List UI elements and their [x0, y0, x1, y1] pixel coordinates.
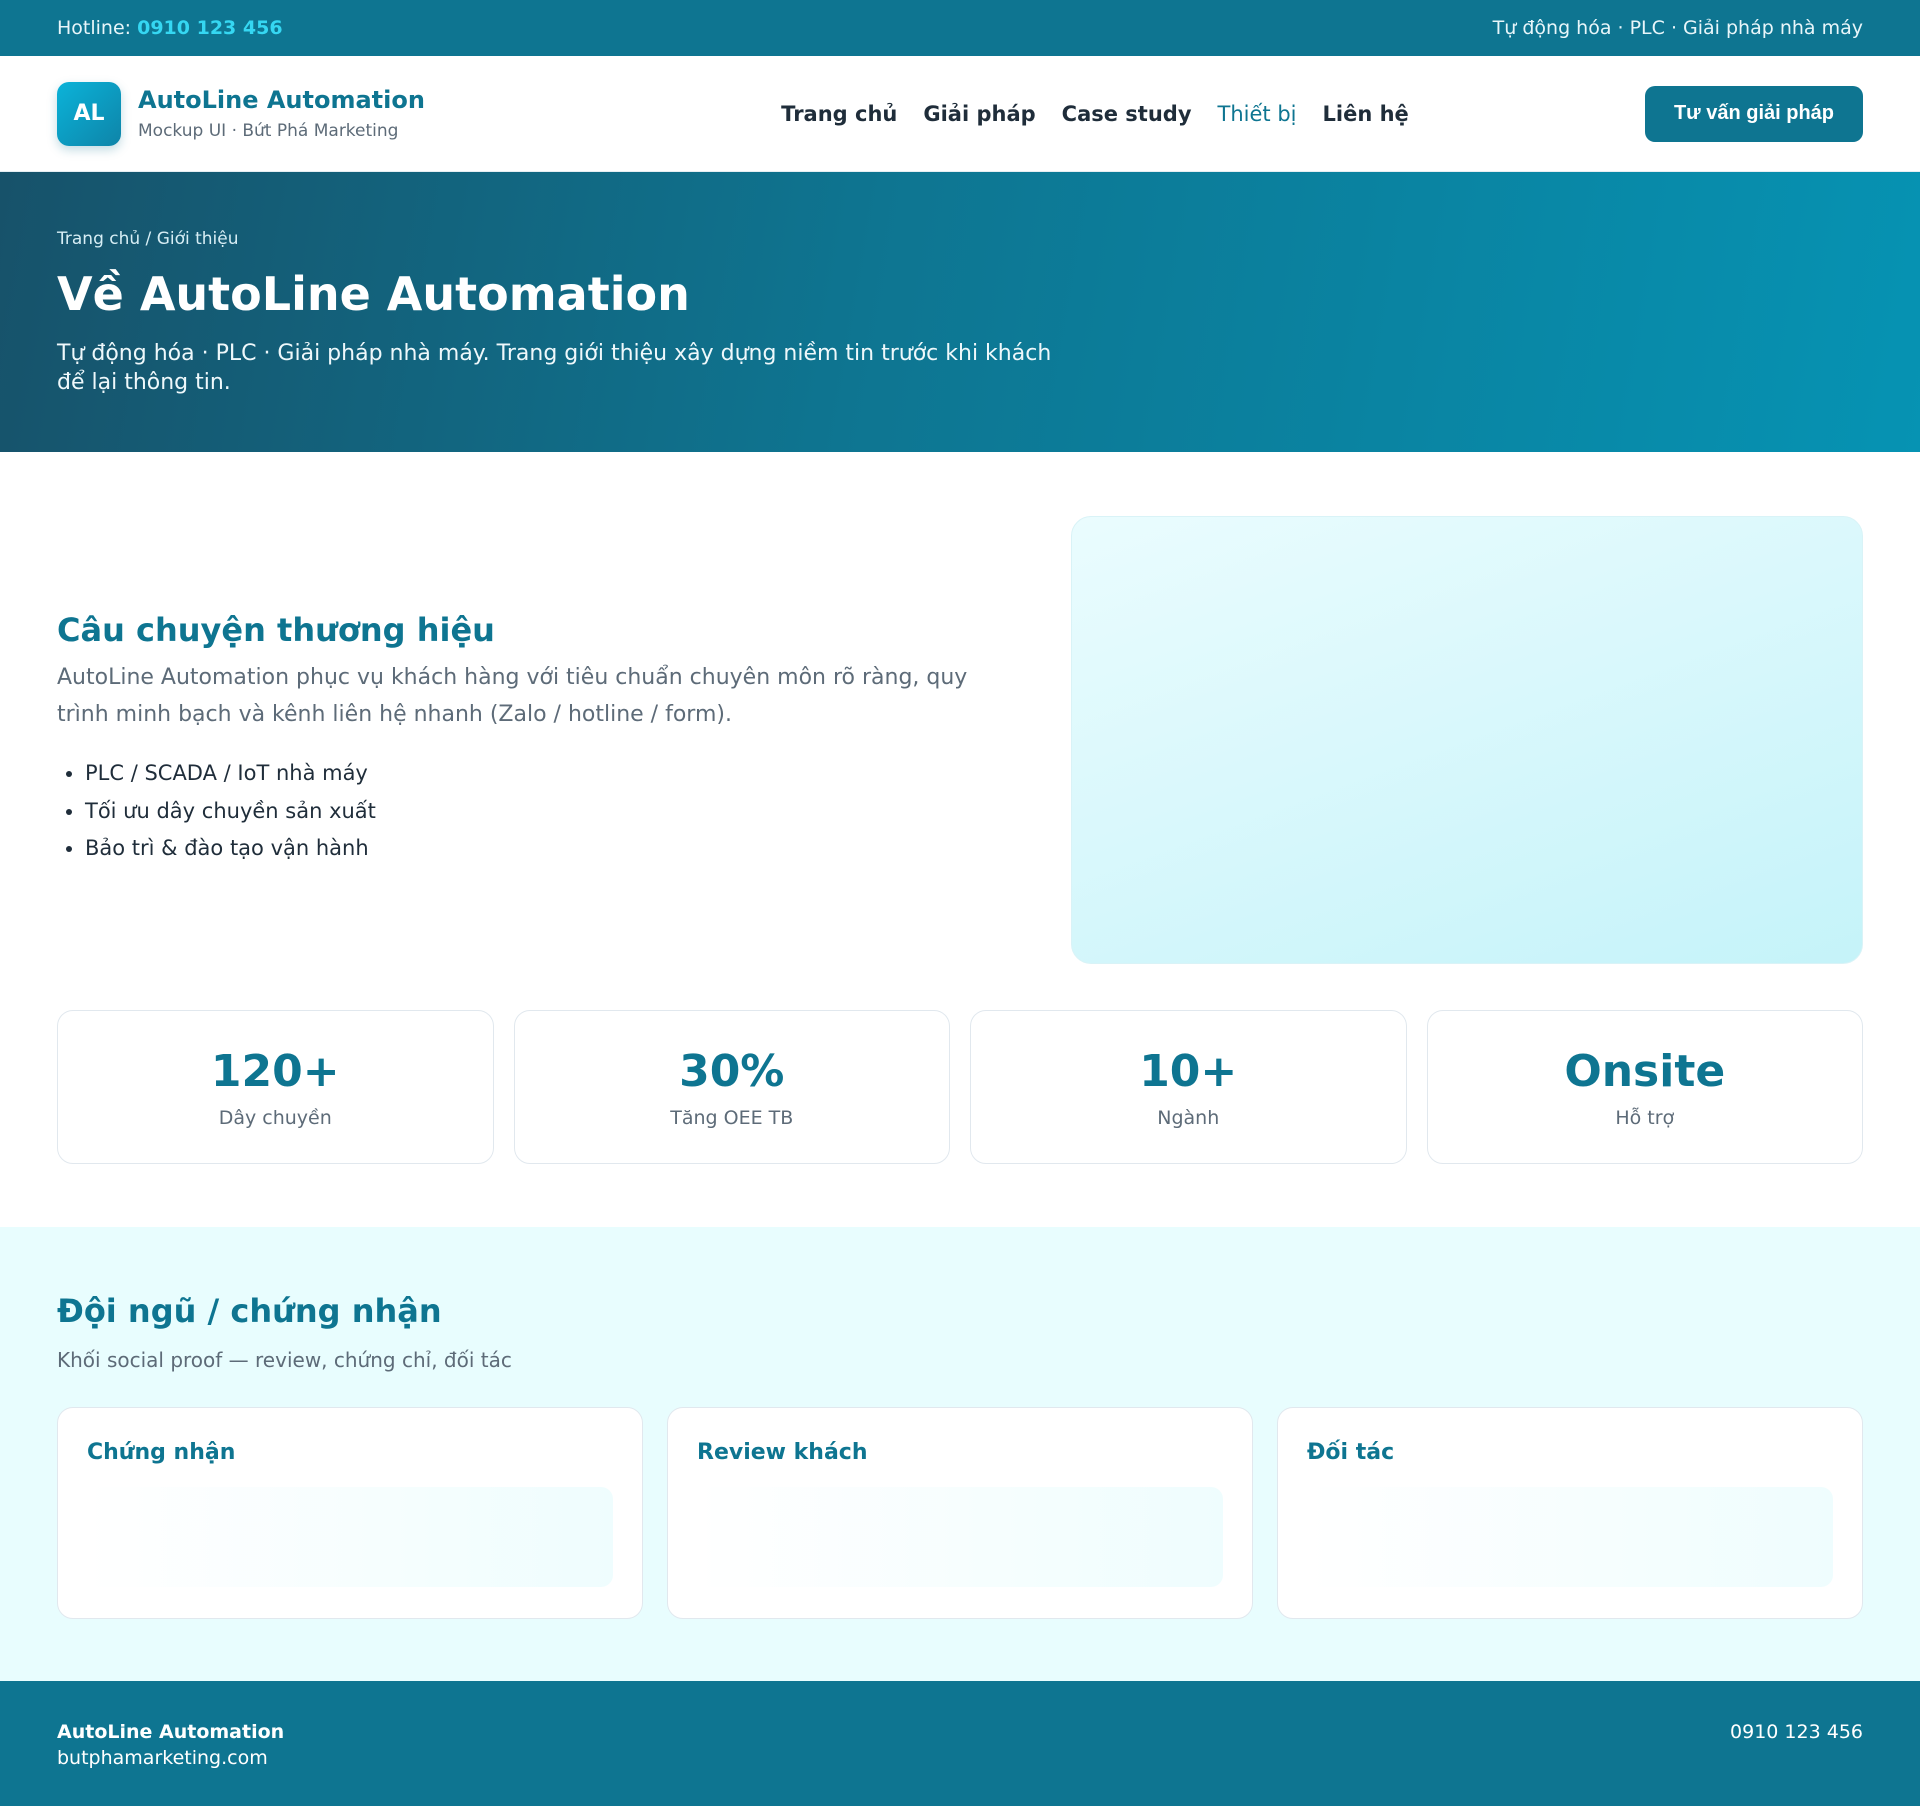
stat-card: 30% Tăng OEE TB — [513, 1010, 950, 1164]
brand[interactable]: AL AutoLine Automation Mockup UI · Bứt P… — [57, 81, 425, 146]
top-bar: Hotline: 0910 123 456 Tự động hóa · PLC … — [0, 0, 1920, 56]
story-image-placeholder — [1071, 516, 1863, 964]
brand-subtitle: Mockup UI · Bứt Phá Marketing — [138, 121, 399, 141]
brand-story-section: Câu chuyện thương hiệu AutoLine Automati… — [0, 452, 1920, 964]
hotline: Hotline: 0910 123 456 — [57, 17, 283, 39]
page-title: Về AutoLine Automation — [57, 267, 690, 321]
stat-card: Onsite Hỗ trợ — [1426, 1010, 1863, 1164]
stat-value: 30% — [679, 1045, 785, 1097]
stat-card: 10+ Ngành — [970, 1010, 1407, 1164]
card-title: Đối tác — [1307, 1440, 1395, 1465]
team-cards: Chứng nhận Review khách Đối tác — [57, 1407, 1863, 1619]
card-placeholder — [697, 1487, 1223, 1587]
card-title: Chứng nhận — [87, 1440, 236, 1465]
nav-item-home[interactable]: Trang chủ — [781, 102, 897, 126]
stat-value: 10+ — [1139, 1045, 1238, 1097]
list-item: Tối ưu dây chuyền sản xuất — [85, 793, 1017, 831]
review-card: Review khách — [667, 1407, 1253, 1619]
certification-card: Chứng nhận — [57, 1407, 643, 1619]
team-section: Đội ngũ / chứng nhận Khối social proof —… — [0, 1227, 1920, 1681]
card-title: Review khách — [697, 1440, 868, 1465]
brand-logo: AL — [57, 81, 121, 146]
stats-row: 120+ Dây chuyền 30% Tăng OEE TB 10+ Ngàn… — [0, 964, 1920, 1164]
list-item: Bảo trì & đào tạo vận hành — [85, 830, 1017, 868]
top-tagline: Tự động hóa · PLC · Giải pháp nhà máy — [1492, 17, 1863, 39]
stat-label: Dây chuyền — [218, 1106, 332, 1129]
site-header: AL AutoLine Automation Mockup UI · Bứt P… — [0, 56, 1920, 172]
page: Hotline: 0910 123 456 Tự động hóa · PLC … — [0, 0, 1920, 1806]
nav-item-case-study[interactable]: Case study — [1062, 102, 1192, 126]
main-nav: Trang chủ Giải pháp Case study Thiết bị … — [781, 102, 1409, 126]
hero-description: Tự động hóa · PLC · Giải pháp nhà máy. T… — [57, 341, 1052, 395]
brand-name: AutoLine Automation — [138, 86, 425, 114]
site-footer: AutoLine Automation butphamarketing.com … — [0, 1681, 1920, 1806]
card-placeholder — [1307, 1487, 1833, 1587]
team-subtitle: Khối social proof — review, chứng chỉ, đ… — [57, 1348, 512, 1372]
stat-label: Hỗ trợ — [1615, 1106, 1675, 1129]
story-content: Câu chuyện thương hiệu AutoLine Automati… — [57, 516, 1017, 964]
footer-phone-link[interactable]: 0910 123 456 — [1730, 1721, 1863, 1743]
stat-label: Tăng OEE TB — [670, 1106, 794, 1129]
stat-value: Onsite — [1564, 1045, 1726, 1097]
stat-label: Ngành — [1157, 1106, 1220, 1129]
card-placeholder — [87, 1487, 613, 1587]
footer-site-link[interactable]: butphamarketing.com — [57, 1747, 284, 1769]
stat-value: 120+ — [210, 1045, 340, 1097]
consult-button[interactable]: Tư vấn giải pháp — [1644, 85, 1863, 142]
list-item: PLC / SCADA / IoT nhà máy — [85, 755, 1017, 793]
partner-card: Đối tác — [1277, 1407, 1863, 1619]
stat-card: 120+ Dây chuyền — [57, 1010, 494, 1164]
hotline-label: Hotline: — [57, 17, 132, 39]
hero-section: Trang chủ / Giới thiệu Về AutoLine Autom… — [0, 172, 1920, 452]
footer-name: AutoLine Automation — [57, 1721, 285, 1743]
story-title: Câu chuyện thương hiệu — [57, 611, 495, 649]
nav-item-equipment[interactable]: Thiết bị — [1218, 102, 1297, 126]
footer-brand: AutoLine Automation butphamarketing.com — [57, 1721, 284, 1769]
breadcrumb[interactable]: Trang chủ / Giới thiệu — [57, 229, 1863, 249]
nav-item-contact[interactable]: Liên hệ — [1323, 102, 1409, 126]
story-list: PLC / SCADA / IoT nhà máy Tối ưu dây chu… — [57, 755, 1017, 868]
story-text: AutoLine Automation phục vụ khách hàng v… — [57, 665, 968, 727]
hotline-number-link[interactable]: 0910 123 456 — [137, 17, 282, 39]
team-title: Đội ngũ / chứng nhận — [57, 1292, 442, 1330]
brand-text: AutoLine Automation Mockup UI · Bứt Phá … — [138, 86, 425, 141]
nav-item-solutions[interactable]: Giải pháp — [923, 102, 1035, 126]
